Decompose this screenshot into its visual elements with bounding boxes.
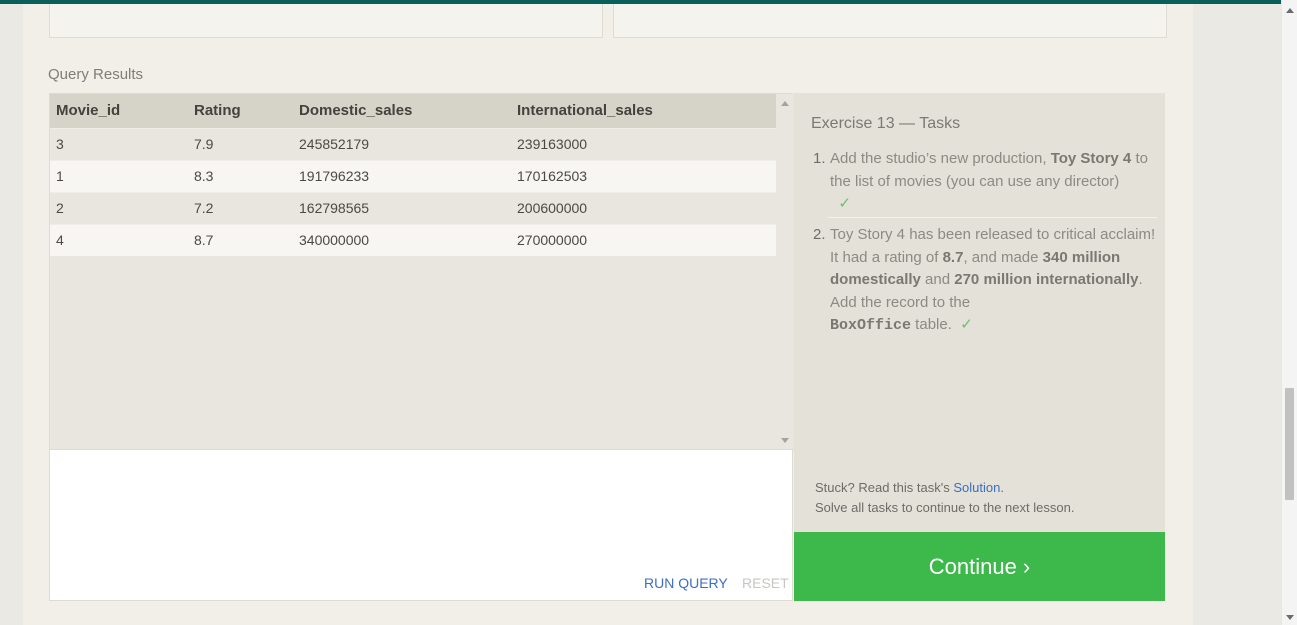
task-number: 2. [813, 226, 826, 243]
scroll-down-arrow-icon[interactable] [781, 438, 789, 443]
table-cell: 8.7 [188, 223, 293, 256]
table-row: 3 7.9 245852179 239163000 [50, 127, 776, 160]
table-cell: 2 [50, 191, 188, 224]
table-cell: 1 [50, 159, 188, 192]
table-cell: 162798565 [293, 191, 511, 224]
stuck-text-end: . [1000, 480, 1004, 495]
task-divider [828, 217, 1157, 218]
table-cell: 270000000 [511, 223, 776, 256]
task-text-bold: Toy Story 4 [1050, 150, 1132, 167]
results-table: Movie_id Rating Domestic_sales Internati… [50, 94, 776, 256]
query-results-label: Query Results [48, 66, 144, 83]
scroll-up-arrow-icon[interactable] [1286, 8, 1294, 13]
task-text: , and made [963, 248, 1043, 266]
table-cell: 200600000 [511, 191, 776, 224]
query-editor-panel [49, 4, 603, 38]
reset-button[interactable]: RESET [742, 575, 789, 591]
table-row: 1 8.3 191796233 170162503 [50, 159, 776, 192]
task-text: and [920, 271, 955, 288]
scroll-down-arrow-icon[interactable] [1286, 615, 1294, 620]
table-cell: 7.9 [188, 127, 293, 160]
task-text-bold: 8.7 [942, 248, 964, 266]
results-scrollbar[interactable] [776, 94, 794, 449]
table-cell: 170162503 [511, 159, 776, 192]
results-table-area: Movie_id Rating Domestic_sales Internati… [50, 94, 794, 450]
page-scrollbar[interactable] [1281, 0, 1297, 625]
table-cell: 340000000 [293, 223, 511, 256]
task-text-bold: 270 million internationally [954, 271, 1139, 288]
run-query-button[interactable]: RUN QUERY [644, 575, 728, 591]
scroll-up-arrow-icon[interactable] [781, 101, 789, 106]
bottom-panel [23, 610, 1193, 625]
tasks-panel: Exercise 13 — Tasks 1. Add the studio’s … [794, 93, 1165, 532]
scrollbar-thumb[interactable] [1285, 388, 1294, 500]
table-cell: 239163000 [511, 127, 776, 160]
column-header: Movie_id [50, 94, 188, 128]
check-icon: ✓ [838, 195, 851, 212]
query-results-box: Movie_id Rating Domestic_sales Internati… [49, 93, 794, 601]
solve-all-text: Solve all tasks to continue to the next … [815, 500, 1075, 515]
table-cell: 7.2 [188, 191, 293, 224]
column-header: Rating [188, 94, 293, 128]
task-number: 1. [813, 150, 826, 167]
table-cell: 191796233 [293, 159, 511, 192]
tasks-title: Exercise 13 — Tasks [811, 115, 961, 132]
table-cell: 3 [50, 127, 188, 160]
task-text: table. [911, 316, 952, 333]
table-row: 2 7.2 162798565 200600000 [50, 191, 776, 224]
solution-link[interactable]: Solution [953, 480, 1000, 495]
task-text: Add the studio’s new production, [830, 150, 1051, 167]
exercise-page: Query Results Movie_id Rating Domestic_s… [23, 4, 1193, 625]
table-cell: 8.3 [188, 159, 293, 192]
table-header-row: Movie_id Rating Domestic_sales Internati… [50, 94, 776, 128]
stuck-hint: Stuck? Read this task's Solution. Solve … [815, 478, 1074, 518]
table-row: 4 8.7 340000000 270000000 [50, 223, 776, 256]
task-item-1: 1. Add the studio’s new production, Toy … [811, 148, 1157, 216]
schema-panel [613, 4, 1167, 38]
results-table-scroll[interactable]: Movie_id Rating Domestic_sales Internati… [50, 94, 776, 449]
check-icon: ✓ [960, 316, 973, 333]
column-header: International_sales [511, 94, 776, 128]
task-item-2: 2. Toy Story 4 has been released to crit… [811, 224, 1157, 338]
column-header: Domestic_sales [293, 94, 511, 128]
table-cell: 4 [50, 223, 188, 256]
table-name-code: BoxOffice [830, 317, 912, 334]
continue-button[interactable]: Continue › [794, 532, 1165, 601]
table-cell: 245852179 [293, 127, 511, 160]
stuck-text: Stuck? Read this task's [815, 480, 954, 495]
